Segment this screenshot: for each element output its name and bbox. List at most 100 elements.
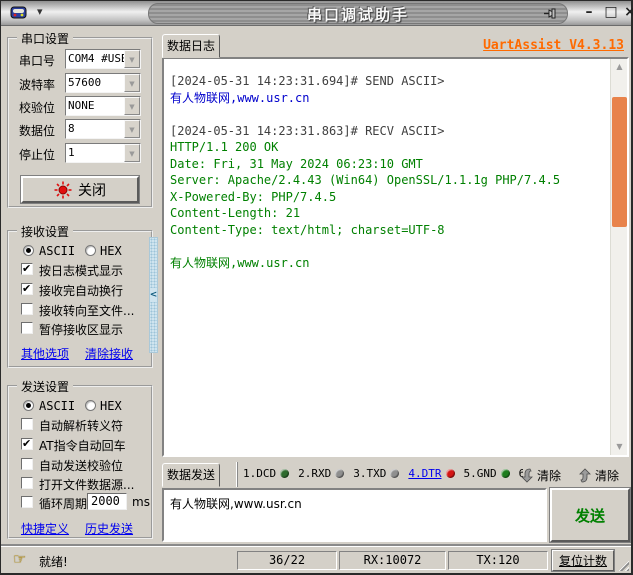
databits-select[interactable]: 8 ▼	[65, 119, 141, 139]
file-source-checkbox[interactable]	[21, 477, 33, 489]
baud-value: 57600	[68, 76, 102, 89]
dtr-status-dot	[445, 469, 455, 478]
stopbits-label: 停止位	[19, 148, 56, 162]
titlebar-menu-caret-icon[interactable]: ▾	[37, 5, 43, 18]
auto-escape-label: 自动解析转义符	[39, 419, 124, 433]
chevron-left-icon: <	[149, 288, 158, 302]
recv-to-file-checkbox[interactable]	[21, 303, 33, 315]
cycle-unit-label: ms	[132, 495, 150, 509]
clear-receive-label: 清除	[537, 468, 562, 483]
scrollbar-thumb[interactable]	[612, 97, 627, 227]
tab-data-log[interactable]: 数据日志	[162, 34, 220, 58]
tab-data-send[interactable]: 数据发送	[162, 463, 220, 487]
cycle-checkbox[interactable]	[21, 496, 33, 508]
chevron-down-icon[interactable]: ▼	[124, 144, 140, 162]
serial-settings-title: 串口设置	[17, 30, 74, 47]
auto-newline-checkbox[interactable]	[21, 282, 33, 295]
stopbits-value: 1	[68, 146, 75, 159]
log-lines: [2024-05-31 14:23:31.694]# SEND ASCII> 有…	[170, 73, 607, 451]
clear-send-button[interactable]: 清除	[578, 465, 619, 485]
log-scrollbar[interactable]: ▲ ▼	[610, 59, 627, 455]
scroll-up-icon[interactable]: ▲	[611, 59, 628, 75]
send-settings-title: 发送设置	[17, 378, 74, 395]
log-mode-label: 按日志模式显示	[39, 264, 124, 278]
at-cr-checkbox[interactable]	[21, 437, 33, 450]
close-button[interactable]: ×	[621, 3, 633, 22]
parity-select[interactable]: NONE ▼	[65, 96, 141, 116]
reset-count-button[interactable]: 复位计数	[552, 550, 614, 571]
frame-counter: 36/22	[237, 551, 337, 570]
log-mode-checkbox[interactable]	[21, 262, 33, 275]
dcd-status-dot	[280, 469, 290, 478]
clear-receive-link[interactable]: 清除接收	[85, 345, 133, 362]
recv-hex-radio[interactable]	[85, 245, 96, 256]
maximize-button[interactable]: □	[602, 3, 620, 22]
recv-hex-label: HEX	[100, 244, 122, 258]
status-bar: ☞ 就绪! 36/22 RX:10072 TX:120 复位计数	[1, 546, 631, 573]
cycle-period-input[interactable]: 2000	[87, 493, 127, 510]
parity-value: NONE	[68, 99, 95, 112]
baud-select[interactable]: 57600 ▼	[65, 73, 141, 93]
app-icon	[10, 5, 27, 20]
pin-indicator-strip: 1.DCD 2.RXD 3.TXD 4.DTR 5.GND 6.	[237, 462, 629, 487]
txd-status-dot	[390, 469, 400, 478]
rxd-status-dot	[335, 469, 345, 478]
history-send-link[interactable]: 历史发送	[85, 520, 133, 537]
send-ascii-label: ASCII	[39, 399, 76, 413]
chevron-down-icon[interactable]: ▼	[124, 120, 140, 138]
log-line: Date: Fri, 31 May 2024 06:23:10 GMT	[170, 156, 423, 171]
auto-parity-checkbox[interactable]	[21, 458, 33, 470]
window-title: 串口调试助手	[306, 6, 409, 24]
chevron-down-icon[interactable]: ▼	[124, 50, 140, 68]
port-select[interactable]: COM4 #USB ▼	[65, 49, 141, 69]
file-source-label: 打开文件数据源...	[39, 478, 135, 492]
stopbits-select[interactable]: 1 ▼	[65, 143, 141, 163]
clear-receive-button[interactable]: 清除	[520, 465, 561, 485]
log-line: X-Powered-By: PHP/7.4.5	[170, 189, 337, 204]
send-hex-radio[interactable]	[85, 400, 96, 411]
recv-ascii-radio[interactable]	[23, 245, 34, 256]
log-line: HTTP/1.1 200 OK	[170, 140, 279, 154]
databits-value: 8	[68, 122, 75, 135]
port-label: 串口号	[19, 54, 56, 68]
chevron-down-icon[interactable]: ▼	[124, 97, 140, 115]
minimize-button[interactable]: –	[580, 3, 598, 22]
pin-rxd: 2.RXD	[298, 467, 345, 480]
databits-label: 数据位	[19, 124, 56, 138]
shortcut-define-link[interactable]: 快捷定义	[21, 520, 69, 537]
pin-icon[interactable]	[542, 5, 559, 22]
resize-grip[interactable]	[616, 558, 629, 571]
gnd-status-dot	[500, 469, 510, 478]
ready-hand-icon: ☞	[13, 550, 27, 568]
tx-counter: TX:120	[448, 551, 548, 570]
scroll-down-icon[interactable]: ▼	[611, 439, 628, 455]
recv-to-file-label: 接收转向至文件...	[39, 304, 135, 318]
port-value: COM4 #USB	[68, 52, 124, 65]
log-line: Server: Apache/2.4.43 (Win64) OpenSSL/1.…	[170, 173, 561, 187]
send-button[interactable]: 发送	[550, 488, 630, 542]
titlebar[interactable]: ▾ 串口调试助手 – □ ×	[1, 1, 633, 26]
at-cr-label: AT指令自动回车	[39, 439, 126, 453]
close-port-button[interactable]: 关闭	[21, 176, 139, 203]
arrow-up-icon	[579, 467, 591, 482]
panel-collapse-splitter[interactable]: <	[149, 237, 158, 353]
version-link[interactable]: UartAssist V4.3.13	[483, 38, 624, 53]
pause-display-checkbox[interactable]	[21, 322, 33, 334]
arrow-down-icon	[521, 468, 533, 483]
send-text-input[interactable]: 有人物联网,www.usr.cn	[162, 488, 547, 542]
data-log-area[interactable]: [2024-05-31 14:23:31.694]# SEND ASCII> 有…	[162, 57, 629, 457]
send-ascii-radio[interactable]	[23, 400, 34, 411]
pin-gnd: 5.GND	[464, 467, 510, 480]
other-options-link[interactable]: 其他选项	[21, 345, 69, 362]
rx-counter: RX:10072	[339, 551, 446, 570]
log-line: [2024-05-31 14:23:31.694]# SEND ASCII>	[170, 74, 445, 88]
chevron-down-icon[interactable]: ▼	[124, 74, 140, 92]
receive-settings-title: 接收设置	[17, 223, 74, 240]
send-hex-label: HEX	[100, 399, 122, 413]
log-line: 有人物联网,www.usr.cn	[170, 90, 310, 105]
auto-escape-checkbox[interactable]	[21, 418, 33, 430]
ready-text: 就绪!	[39, 555, 68, 569]
pin-dtr[interactable]: 4.DTR	[408, 467, 455, 480]
